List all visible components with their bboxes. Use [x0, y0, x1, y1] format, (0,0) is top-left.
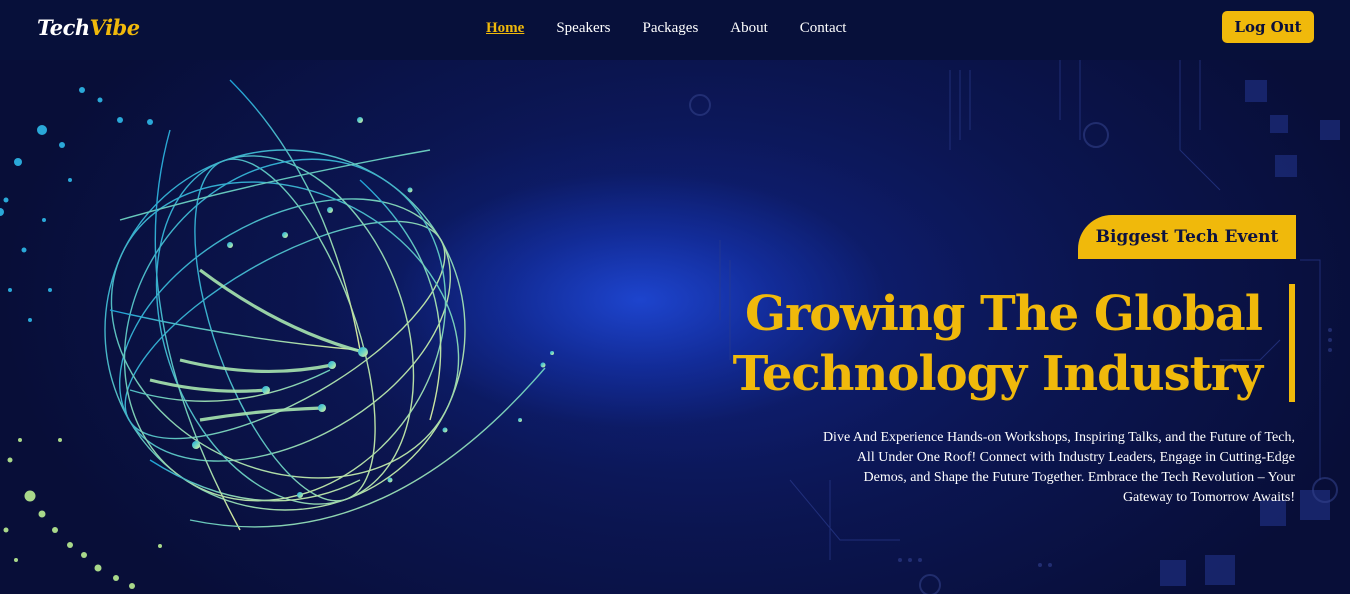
nav-links: Home Speakers Packages About Contact: [486, 18, 878, 38]
logout-button[interactable]: Log Out: [1222, 11, 1314, 43]
nav-link-contact[interactable]: Contact: [800, 18, 847, 38]
brand-logo[interactable]: TechVibe: [37, 14, 140, 42]
nav-link-about[interactable]: About: [730, 18, 768, 38]
event-badge: Biggest Tech Event: [1078, 215, 1296, 259]
hero-headline: Growing The Global Technology Industry: [622, 284, 1263, 404]
nav-link-home[interactable]: Home: [486, 18, 524, 38]
hero-description-line2: All Under One Roof! Connect with Industr…: [856, 450, 1295, 465]
hero-description-line4: Gateway to Tomorrow Awaits!: [1122, 490, 1295, 505]
nav-link-packages[interactable]: Packages: [642, 18, 698, 38]
top-navbar: TechVibe Home Speakers Packages About Co…: [0, 0, 1350, 60]
headline-accent-bar: [1289, 284, 1295, 402]
hero-headline-line1: Growing The Global: [744, 286, 1263, 342]
brand-name-part2: Vibe: [89, 15, 140, 40]
hero-description-line1: Dive And Experience Hands-on Workshops, …: [822, 430, 1295, 445]
hero-description: Dive And Experience Hands-on Workshops, …: [735, 428, 1295, 508]
network-globe-illustration: [0, 79, 554, 589]
brand-name-part1: Tech: [37, 15, 90, 40]
hero-headline-line2: Technology Industry: [732, 346, 1263, 402]
nav-link-speakers[interactable]: Speakers: [556, 18, 610, 38]
hero-description-line3: Demos, and Shape the Future Together. Em…: [863, 470, 1295, 485]
